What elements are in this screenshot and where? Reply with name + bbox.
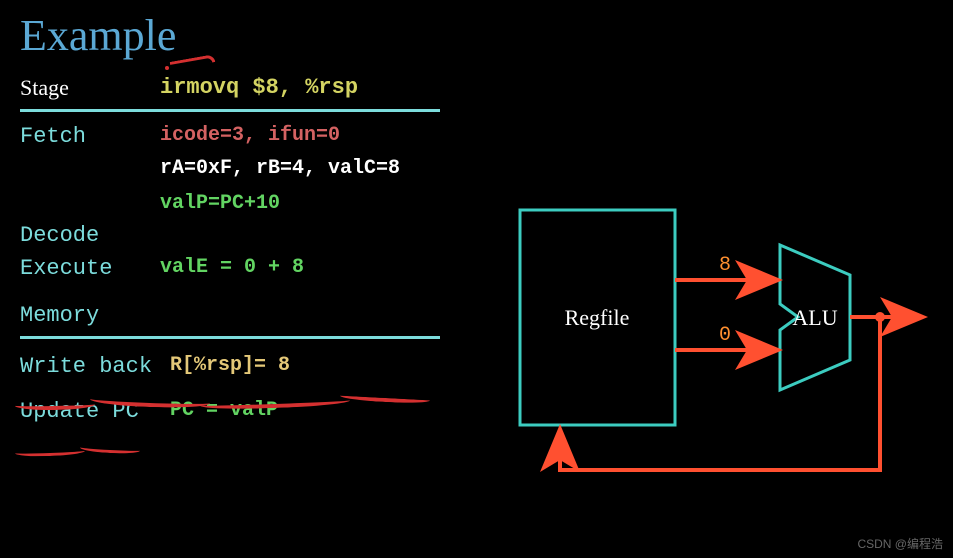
hand-underline [15,447,85,457]
decode-row: Decode [20,223,440,248]
memory-row: Memory [20,303,440,339]
fetch-regs: rA=0xF, rB=4, valC=8 [160,157,440,180]
writeback-label: Write back [20,354,170,379]
table-header: Stage irmovq $8, %rsp [20,75,440,112]
execute-label: Execute [20,256,160,281]
signal-top: 8 [719,254,731,277]
memory-label: Memory [20,303,160,328]
hand-scribble [170,54,216,70]
hand-scribble-dot [165,66,169,70]
writeback-value: R[%rsp]= 8 [170,354,440,379]
fetch-icode: icode=3, ifun=0 [160,124,440,147]
page-title: Example [20,10,176,61]
junction-dot [875,312,885,322]
header-stage: Stage [20,75,160,101]
fetch-row: Fetch icode=3, ifun=0 rA=0xF, rB=4, valC… [20,124,440,215]
regfile-text: Regfile [565,305,630,330]
fetch-valp: valP=PC+10 [160,192,440,215]
alu-text: ALU [792,305,837,330]
decode-label: Decode [20,223,160,248]
diagram-svg: Regfile ALU 8 0 [480,190,940,510]
signal-bottom: 0 [719,324,731,347]
hand-underline [80,443,140,454]
execute-value: valE = 0 + 8 [160,256,440,281]
datapath-diagram: Regfile ALU 8 0 [480,190,940,510]
execute-row: Execute valE = 0 + 8 [20,256,440,281]
watermark: CSDN @编程浩 [857,535,943,552]
writeback-row: Write back R[%rsp]= 8 [20,354,440,379]
stage-table: Stage irmovq $8, %rsp Fetch icode=3, ifu… [20,75,440,432]
header-instruction: irmovq $8, %rsp [160,75,440,101]
fetch-label: Fetch [20,124,160,215]
